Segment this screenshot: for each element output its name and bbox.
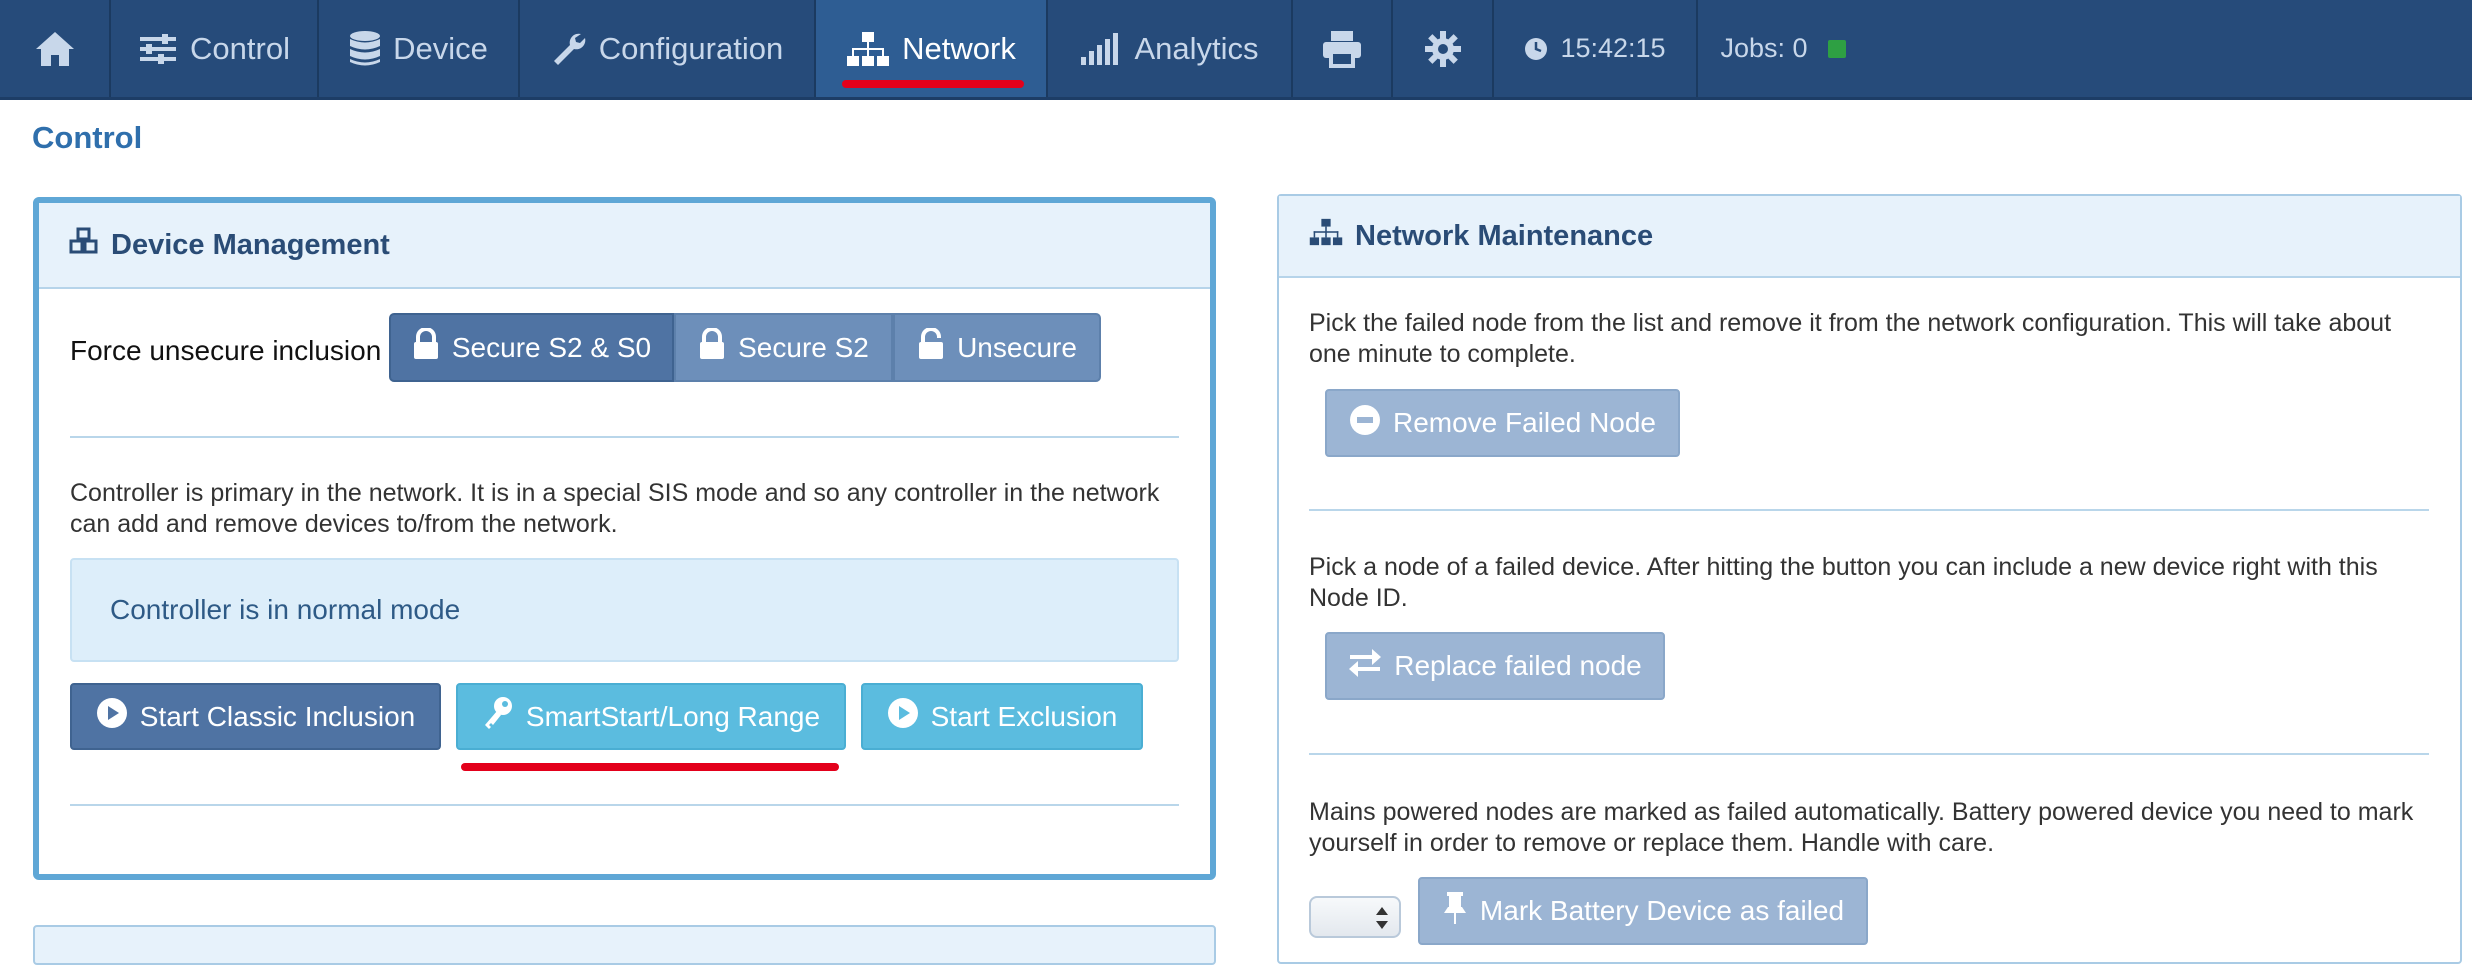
start-exclusion-button[interactable]: Start Exclusion bbox=[861, 683, 1143, 750]
database-icon bbox=[349, 30, 381, 68]
sitemap-icon bbox=[1309, 218, 1343, 254]
secure-s2-s0-label: Secure S2 & S0 bbox=[451, 331, 652, 363]
nav-control[interactable]: Control bbox=[111, 0, 319, 97]
start-exclusion-label: Start Exclusion bbox=[930, 700, 1118, 732]
unlock-icon bbox=[917, 327, 945, 367]
replace-failed-description: Pick a node of a failed device. After hi… bbox=[1309, 553, 2378, 612]
divider bbox=[1309, 753, 2429, 755]
lock-icon bbox=[698, 327, 726, 367]
unsecure-button[interactable]: Unsecure bbox=[893, 313, 1101, 382]
battery-description: Mains powered nodes are marked as failed… bbox=[1309, 798, 2414, 857]
jobs-status-led bbox=[1827, 39, 1846, 58]
mark-battery-failed-label: Mark Battery Device as failed bbox=[1479, 895, 1845, 926]
clock-display: 15:42:15 bbox=[1494, 0, 1698, 97]
secure-s2-s0-button[interactable]: Secure S2 & S0 bbox=[389, 313, 674, 382]
force-unsecure-label: Force unsecure inclusion bbox=[70, 335, 382, 366]
divider bbox=[1309, 509, 2429, 511]
home-icon bbox=[33, 29, 77, 69]
nav-network-label: Network bbox=[902, 30, 1016, 66]
next-panel-heading bbox=[33, 925, 1216, 965]
thumbtack-icon bbox=[1442, 891, 1468, 932]
controller-status-text: Controller is in normal mode bbox=[110, 594, 461, 625]
cubes-icon bbox=[69, 227, 99, 263]
mark-battery-failed-button[interactable]: Mark Battery Device as failed bbox=[1418, 877, 1868, 945]
network-annotation-underline bbox=[842, 80, 1024, 88]
play-circle-icon bbox=[887, 697, 919, 736]
nav-device[interactable]: Device bbox=[319, 0, 520, 97]
jobs-label: Jobs: 0 bbox=[1720, 33, 1808, 63]
remove-failed-description: Pick the failed node from the list and r… bbox=[1309, 309, 2392, 368]
nav-settings[interactable] bbox=[1393, 0, 1494, 97]
divider bbox=[70, 436, 1179, 438]
smartstart-annotation-underline bbox=[461, 763, 839, 771]
replace-failed-node-button[interactable]: Replace failed node bbox=[1325, 632, 1665, 700]
unsecure-label: Unsecure bbox=[957, 331, 1077, 363]
exchange-icon bbox=[1348, 648, 1382, 685]
sliders-icon bbox=[138, 33, 178, 65]
wrench-icon bbox=[551, 31, 587, 67]
nav-device-label: Device bbox=[393, 30, 488, 66]
nav-analytics-label: Analytics bbox=[1134, 30, 1259, 66]
smartstart-long-range-button[interactable]: SmartStart/Long Range bbox=[456, 683, 846, 750]
nav-home[interactable] bbox=[0, 0, 111, 97]
gear-icon bbox=[1424, 30, 1462, 68]
clock-icon bbox=[1524, 37, 1548, 61]
divider bbox=[70, 804, 1179, 806]
key-icon bbox=[482, 696, 514, 737]
lock-icon bbox=[412, 327, 440, 367]
select-arrows-icon bbox=[1375, 905, 1389, 936]
secure-s2-label: Secure S2 bbox=[738, 331, 869, 363]
nav-configuration[interactable]: Configuration bbox=[520, 0, 816, 97]
nav-print[interactable] bbox=[1293, 0, 1393, 97]
minus-circle-icon bbox=[1349, 404, 1381, 443]
remove-failed-node-button[interactable]: Remove Failed Node bbox=[1325, 389, 1680, 457]
printer-icon bbox=[1322, 30, 1362, 68]
replace-failed-node-label: Replace failed node bbox=[1394, 650, 1642, 681]
nav-analytics[interactable]: Analytics bbox=[1048, 0, 1293, 97]
node-select[interactable] bbox=[1309, 896, 1401, 938]
clock-time: 15:42:15 bbox=[1560, 33, 1666, 63]
top-navbar: Control Device Configuration Network Ana… bbox=[0, 0, 2472, 100]
start-classic-inclusion-label: Start Classic Inclusion bbox=[139, 700, 416, 732]
controller-status-well: Controller is in normal mode bbox=[70, 558, 1179, 662]
network-maintenance-title: Network Maintenance bbox=[1355, 219, 1654, 252]
device-management-title: Device Management bbox=[111, 228, 390, 261]
device-management-heading: Device Management bbox=[39, 203, 1210, 289]
nav-configuration-label: Configuration bbox=[598, 30, 784, 66]
nav-control-label: Control bbox=[190, 30, 290, 66]
sitemap-icon bbox=[846, 31, 890, 67]
remove-failed-node-label: Remove Failed Node bbox=[1392, 407, 1657, 438]
jobs-indicator[interactable]: Jobs: 0 bbox=[1698, 0, 1868, 97]
page-title: Control bbox=[32, 120, 143, 155]
start-classic-inclusion-button[interactable]: Start Classic Inclusion bbox=[70, 683, 441, 750]
secure-s2-button[interactable]: Secure S2 bbox=[674, 313, 893, 382]
signal-bars-icon bbox=[1080, 32, 1122, 66]
controller-description: Controller is primary in the network. It… bbox=[70, 479, 1160, 538]
network-maintenance-heading: Network Maintenance bbox=[1279, 196, 2460, 278]
play-circle-icon bbox=[96, 697, 128, 736]
smartstart-long-range-label: SmartStart/Long Range bbox=[525, 700, 821, 732]
